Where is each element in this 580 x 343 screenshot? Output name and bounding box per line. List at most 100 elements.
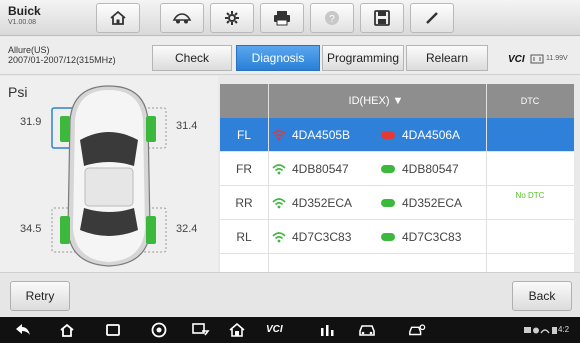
voltage-readout: 11.99V: [546, 55, 568, 62]
tool-id-cell: 4D352ECA: [380, 186, 486, 220]
pressure-fr: 31.4: [176, 120, 198, 132]
vehicle-shortcut-button[interactable]: [358, 322, 376, 338]
browser-icon: [151, 322, 167, 338]
bottom-action-bar: Retry Back: [0, 272, 580, 316]
column-divider: [268, 84, 269, 272]
wireless-id: 4D7C3C83: [292, 230, 352, 244]
print-icon: [274, 11, 290, 26]
function-tab-bar: Allure(US) 2007/01-2007/12(315MHz) Check…: [0, 37, 580, 75]
brand-block: Buick V1.00.08: [8, 5, 41, 27]
row-position: FR: [236, 162, 252, 176]
wifi-signal-icon: [272, 198, 286, 209]
tire-fl: [60, 116, 70, 142]
help-icon: ?: [325, 11, 339, 25]
tool-id: 4D352ECA: [402, 196, 463, 210]
app-version: V1.00.08: [8, 19, 37, 26]
tool-id: 4D7C3C83: [402, 230, 462, 244]
tire-rr: [146, 216, 156, 244]
wifi-signal-icon: [272, 164, 286, 175]
sensor-tag-icon: [381, 165, 395, 173]
tool-id-cell: 4D7C3C83: [380, 220, 486, 254]
tpms-car-icon: [409, 324, 426, 336]
chart-bars-icon: [321, 325, 334, 336]
vehicle-model: Allure(US): [8, 45, 50, 55]
home-icon: [60, 323, 74, 337]
home-icon: [110, 10, 126, 25]
wireless-id: 4DA4505B: [292, 128, 351, 142]
home-button[interactable]: [96, 3, 140, 33]
top-toolbar: Buick V1.00.08 ?: [0, 0, 580, 36]
wireless-id: 4D352ECA: [292, 196, 353, 210]
wifi-signal-icon: [272, 232, 286, 243]
vci-label: VCI: [508, 54, 525, 65]
row-position: RL: [236, 230, 252, 244]
nav-home-button[interactable]: [58, 322, 76, 338]
tool-id: 4DA4506A: [402, 128, 461, 142]
recent-apps-icon: [106, 324, 120, 336]
svg-text:?: ?: [329, 14, 335, 25]
tab-relearn[interactable]: Relearn: [406, 45, 488, 71]
tire-rl: [60, 216, 70, 244]
pressure-rl: 34.5: [20, 223, 42, 235]
status-icons: [524, 327, 557, 334]
vehicle-swap-button[interactable]: [160, 3, 204, 33]
tool-id-cell: 4DA4506A: [380, 118, 486, 152]
sensor-id-table: ID(HEX) ▼ DTC FL 4DA4505B 4DA4506A FR 4D…: [220, 84, 574, 272]
system-clock: 4:2: [558, 325, 570, 334]
maxifix-home-button[interactable]: [228, 322, 246, 338]
retry-button[interactable]: Retry: [10, 281, 70, 311]
wifi-signal-icon: [272, 130, 286, 141]
pressure-rr: 32.4: [176, 223, 198, 235]
tab-check[interactable]: Check: [152, 45, 232, 71]
save-icon: [374, 10, 390, 26]
vehicle-swap-icon: [172, 13, 192, 24]
header-dtc: DTC: [520, 96, 540, 106]
car-top-view: [51, 85, 167, 267]
nav-recents-button[interactable]: [104, 322, 122, 338]
brand-name: Buick: [8, 4, 41, 18]
edit-pen-icon: [426, 12, 438, 24]
pressure-unit: Psi: [8, 84, 28, 100]
tab-diagnosis[interactable]: Diagnosis: [236, 45, 320, 71]
car-icon: [359, 325, 375, 336]
tire-pressure-panel: Psi 31.9 31.4 34.5 32.4: [0, 76, 218, 272]
wireless-id-cell: 4D352ECA: [272, 186, 376, 220]
battery-icon: [530, 54, 544, 64]
browser-button[interactable]: [150, 322, 168, 338]
settings-gear-icon: [225, 11, 239, 25]
save-button[interactable]: [360, 3, 404, 33]
sensor-tag-icon: [381, 233, 395, 241]
tpms-shortcut-button[interactable]: [408, 322, 426, 338]
print-button[interactable]: [260, 3, 304, 33]
sensor-tag-icon: [381, 199, 395, 207]
settings-button[interactable]: [210, 3, 254, 33]
vehicle-years: 2007/01-2007/12(315MHz): [8, 55, 116, 65]
tool-id: 4DB80547: [402, 162, 459, 176]
tab-programming[interactable]: Programming: [322, 45, 404, 71]
back-arrow-icon: [16, 324, 30, 335]
wireless-id-cell: 4DA4505B: [272, 118, 376, 152]
data-manager-button[interactable]: [318, 322, 336, 338]
wireless-id-cell: 4D7C3C83: [272, 220, 376, 254]
sensor-tag-icon: [381, 131, 395, 139]
pressure-fl: 31.9: [20, 116, 42, 128]
wireless-id: 4DB80547: [292, 162, 349, 176]
header-id-hex[interactable]: ID(HEX) ▼: [268, 84, 484, 118]
maxi-home-icon: [229, 323, 245, 337]
wireless-id-cell: 4DB80547: [272, 152, 376, 186]
nav-back-button[interactable]: [14, 322, 32, 338]
row-position: RR: [235, 196, 253, 210]
table-header: ID(HEX) ▼ DTC: [220, 84, 574, 118]
edit-button[interactable]: [410, 3, 454, 33]
dtc-status: No DTC: [515, 190, 545, 200]
remote-support-icon: [192, 323, 210, 336]
row-position: FL: [236, 128, 251, 142]
help-button[interactable]: ?: [310, 3, 354, 33]
tool-id-cell: 4DB80547: [380, 152, 486, 186]
vehicle-info: Allure(US) 2007/01-2007/12(315MHz): [8, 45, 116, 65]
back-button[interactable]: Back: [512, 281, 572, 311]
tire-fr: [146, 116, 156, 142]
system-navigation-bar: VCI 4:2: [0, 317, 580, 343]
remote-support-button[interactable]: [192, 322, 210, 338]
vci-shortcut[interactable]: VCI: [266, 324, 283, 335]
